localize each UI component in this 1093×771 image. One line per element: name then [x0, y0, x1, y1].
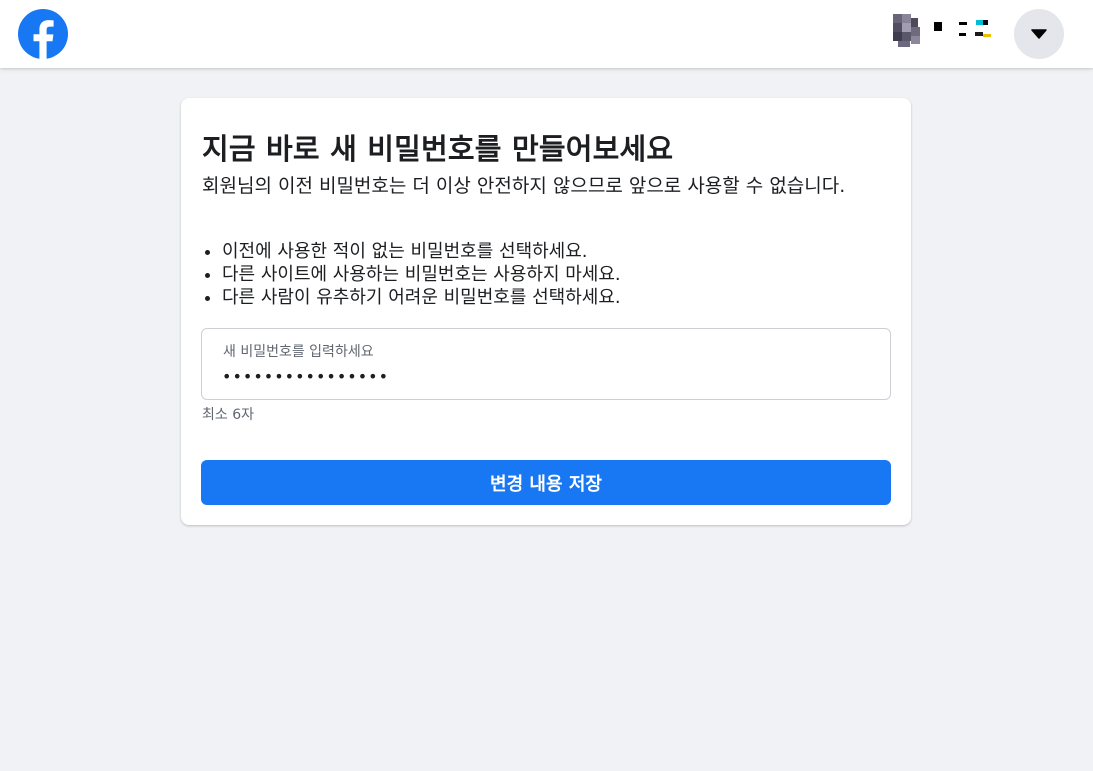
new-password-input[interactable] — [222, 363, 862, 389]
tip-item: 다른 사람이 유추하기 어려운 비밀번호를 선택하세요. — [222, 286, 621, 309]
description-text: 회원님의 이전 비밀번호는 더 이상 안전하지 않으므로 앞으로 사용할 수 없… — [202, 175, 846, 197]
account-profile[interactable] — [893, 14, 993, 48]
facebook-logo-icon[interactable] — [18, 9, 68, 59]
page-title: 지금 바로 새 비밀번호를 만들어보세요 — [202, 132, 674, 166]
new-password-label: 새 비밀번호를 입력하세요 — [223, 344, 374, 360]
new-password-field[interactable]: 새 비밀번호를 입력하세요 — [201, 328, 891, 400]
password-tips-list: 이전에 사용한 적이 없는 비밀번호를 선택하세요. 다른 사이트에 사용하는 … — [202, 240, 621, 309]
tip-item: 다른 사이트에 사용하는 비밀번호는 사용하지 마세요. — [222, 263, 621, 286]
caret-down-icon — [1031, 29, 1047, 39]
password-length-hint: 최소 6자 — [202, 407, 254, 423]
tip-item: 이전에 사용한 적이 없는 비밀번호를 선택하세요. — [222, 240, 621, 263]
top-navigation-bar — [0, 0, 1093, 68]
profile-avatar-icon — [893, 14, 991, 47]
account-menu-button[interactable] — [1014, 9, 1064, 59]
save-changes-button[interactable]: 변경 내용 저장 — [201, 460, 891, 505]
new-password-card: 지금 바로 새 비밀번호를 만들어보세요 회원님의 이전 비밀번호는 더 이상 … — [181, 98, 911, 525]
